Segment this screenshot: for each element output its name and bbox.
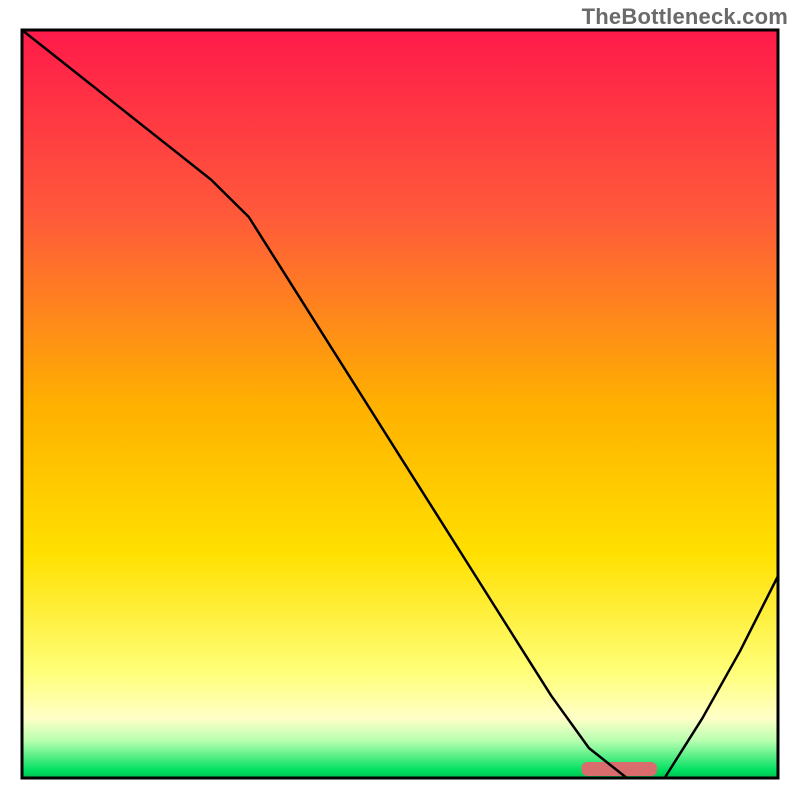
plot-background <box>22 30 778 778</box>
bottleneck-chart <box>0 0 800 800</box>
optimal-marker <box>581 762 657 776</box>
chart-container: { "watermark": "TheBottleneck.com", "cha… <box>0 0 800 800</box>
